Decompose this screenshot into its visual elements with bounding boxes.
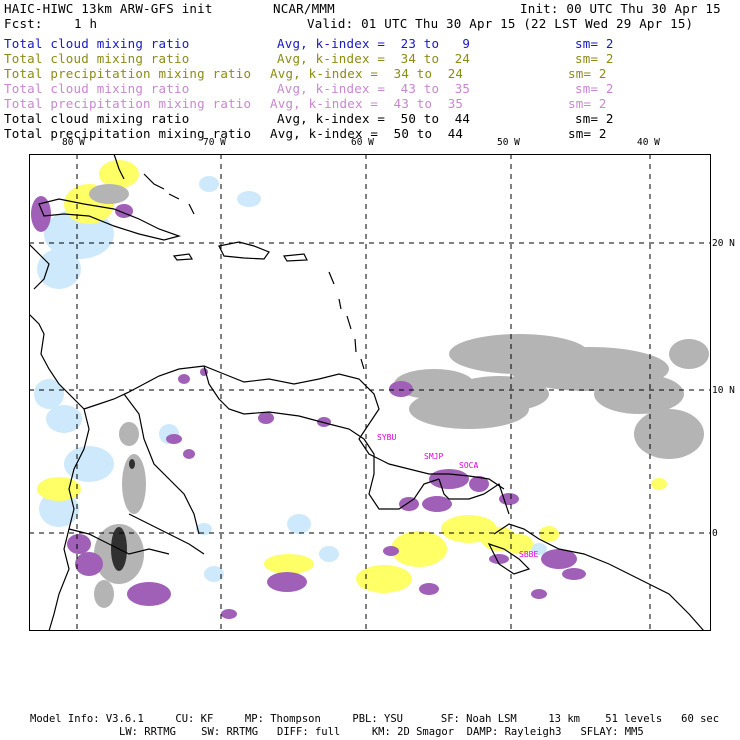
- field-name: Total cloud mixing ratio: [4, 81, 190, 96]
- forecast-map[interactable]: SYBU SMJP SOCA SBBE: [28, 153, 711, 632]
- lat-label: 10 N: [712, 385, 735, 396]
- field-smooth: sm= 2: [568, 66, 607, 81]
- forecast-hour: 1 h: [74, 16, 98, 31]
- lon-label: 70 W: [203, 137, 226, 148]
- station-label: SBBE: [519, 550, 538, 559]
- field-stat: Avg, k-index = 43 to 35: [270, 96, 464, 111]
- field-stat: Avg, k-index = 34 to 24: [270, 66, 464, 81]
- station-label: SYBU: [377, 433, 396, 442]
- lon-label: 80 W: [62, 137, 85, 148]
- field-smooth: sm= 2: [575, 81, 614, 96]
- organization: NCAR/MMM: [273, 1, 335, 16]
- field-name: Total precipitation mixing ratio: [4, 66, 252, 81]
- valid-time: Valid: 01 UTC Thu 30 Apr 15 (22 LST Wed …: [307, 16, 694, 31]
- model-info-line1: Model Info: V3.6.1 CU: KF MP: Thompson P…: [30, 713, 720, 725]
- field-name: Total cloud mixing ratio: [4, 111, 190, 126]
- lon-label: 50 W: [497, 137, 520, 148]
- field-stat: Avg, k-index = 34 to 24: [277, 51, 471, 66]
- field-name: Total cloud mixing ratio: [4, 51, 190, 66]
- field-stat: Avg, k-index = 50 to 44: [277, 111, 471, 126]
- field-smooth: sm= 2: [568, 96, 607, 111]
- map-canvas: SYBU SMJP SOCA SBBE: [28, 153, 711, 632]
- station-label: SMJP: [424, 452, 443, 461]
- forecast-label: Fcst:: [4, 16, 43, 31]
- init-time: Init: 00 UTC Thu 30 Apr 15: [520, 1, 721, 16]
- field-stat: Avg, k-index = 43 to 35: [277, 81, 471, 96]
- field-stat: Avg, k-index = 23 to 9: [277, 36, 471, 51]
- lat-label: 20 N: [712, 238, 735, 249]
- field-smooth: sm= 2: [575, 36, 614, 51]
- lat-label: 0: [712, 528, 718, 539]
- field-smooth: sm= 2: [568, 126, 607, 141]
- field-name: Total precipitation mixing ratio: [4, 96, 252, 111]
- model-info-line2: LW: RRTMG SW: RRTMG DIFF: full KM: 2D Sm…: [119, 726, 644, 738]
- product-title: HAIC-HIWC 13km ARW-GFS init: [4, 1, 213, 16]
- field-smooth: sm= 2: [575, 111, 614, 126]
- station-label: SOCA: [459, 461, 478, 470]
- field-smooth: sm= 2: [575, 51, 614, 66]
- lon-label: 40 W: [637, 137, 660, 148]
- lon-label: 60 W: [351, 137, 374, 148]
- field-name: Total cloud mixing ratio: [4, 36, 190, 51]
